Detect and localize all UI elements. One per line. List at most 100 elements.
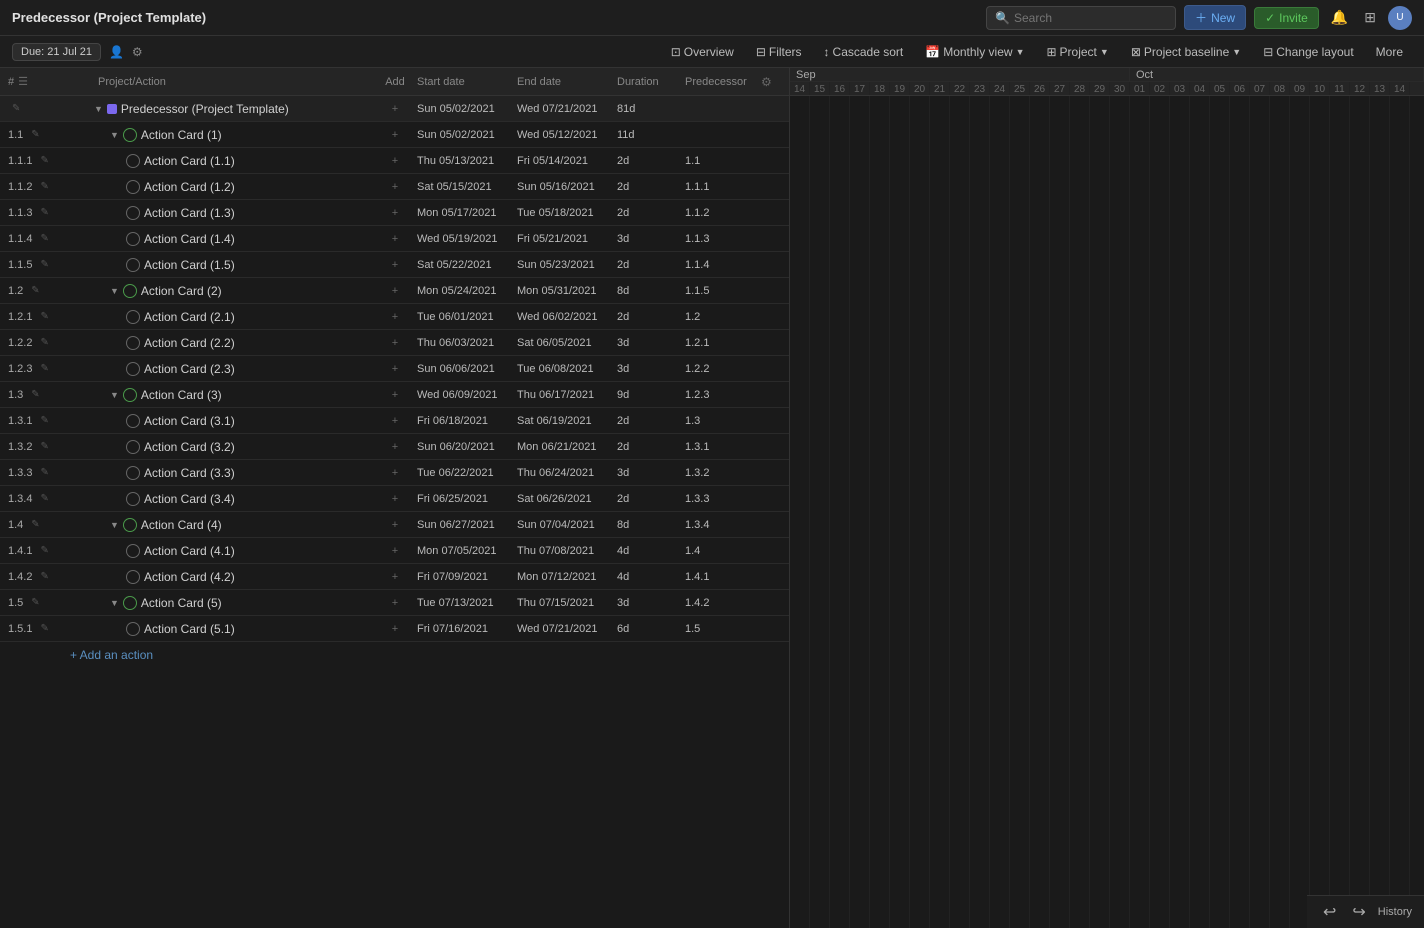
row-num: 1.2.2 ✎ bbox=[0, 337, 60, 349]
row-add[interactable]: + bbox=[377, 285, 413, 297]
search-box[interactable]: 🔍 bbox=[986, 6, 1176, 30]
change-layout-button[interactable]: ⊟ Change layout bbox=[1254, 42, 1362, 62]
row-add[interactable]: + bbox=[377, 233, 413, 245]
edit-icon[interactable]: ✎ bbox=[40, 181, 48, 192]
row-num: ✎ bbox=[0, 103, 60, 114]
expand-icon[interactable]: ▼ bbox=[110, 520, 119, 530]
history-label[interactable]: History bbox=[1378, 906, 1412, 918]
search-input[interactable] bbox=[1014, 11, 1167, 25]
check-circle-icon bbox=[123, 518, 137, 532]
edit-icon[interactable]: ✎ bbox=[40, 233, 48, 244]
row-add[interactable]: + bbox=[377, 311, 413, 323]
invite-button[interactable]: ✓ Invite bbox=[1254, 7, 1319, 29]
expand-icon[interactable]: ▼ bbox=[94, 104, 103, 114]
row-add[interactable]: + bbox=[377, 623, 413, 635]
expand-icon[interactable]: ▼ bbox=[110, 130, 119, 140]
more-button[interactable]: More bbox=[1367, 42, 1412, 62]
edit-icon[interactable]: ✎ bbox=[40, 467, 48, 478]
edit-icon[interactable]: ✎ bbox=[40, 623, 48, 634]
expand-icon[interactable]: ▼ bbox=[110, 286, 119, 296]
notification-icon[interactable]: 🔔 bbox=[1327, 7, 1352, 28]
row-name: ▼ Action Card (5) bbox=[90, 596, 377, 610]
gantt-day-cell: 13 bbox=[1370, 82, 1390, 96]
row-add[interactable]: + bbox=[377, 493, 413, 505]
row-add[interactable]: + bbox=[377, 363, 413, 375]
col-header-add: Add bbox=[377, 76, 413, 88]
edit-icon[interactable]: ✎ bbox=[31, 519, 39, 530]
edit-icon[interactable]: ✎ bbox=[40, 155, 48, 166]
edit-icon[interactable]: ✎ bbox=[40, 415, 48, 426]
filters-button[interactable]: ⊟ Filters bbox=[747, 42, 811, 62]
table-row: 1.1.3 ✎ Action Card (1.3) + Mon 05/17/20… bbox=[0, 200, 789, 226]
task-circle-icon bbox=[126, 570, 140, 584]
edit-icon[interactable]: ✎ bbox=[31, 597, 39, 608]
row-add[interactable]: + bbox=[377, 155, 413, 167]
row-add[interactable]: + bbox=[377, 181, 413, 193]
row-start: Fri 07/16/2021 bbox=[413, 623, 513, 635]
project-button[interactable]: ⊞ Project ▼ bbox=[1037, 42, 1117, 62]
row-add[interactable]: + bbox=[377, 207, 413, 219]
window-icon[interactable]: ⊞ bbox=[1360, 7, 1380, 28]
gantt-col bbox=[1110, 96, 1130, 928]
edit-icon[interactable]: ✎ bbox=[40, 337, 48, 348]
edit-icon[interactable]: ✎ bbox=[40, 207, 48, 218]
gantt-days-container: 1415161718192021222324252627282930010203… bbox=[790, 82, 1424, 96]
row-duration: 4d bbox=[613, 545, 681, 557]
redo-button[interactable]: ↪ bbox=[1348, 900, 1369, 924]
row-end: Sat 06/26/2021 bbox=[513, 493, 613, 505]
gantt-day-cell: 18 bbox=[870, 82, 890, 96]
edit-icon[interactable]: ✎ bbox=[40, 545, 48, 556]
gear-icon[interactable]: ⚙ bbox=[761, 75, 772, 89]
row-name: Action Card (3.2) bbox=[90, 440, 377, 454]
row-add[interactable]: + bbox=[377, 103, 413, 115]
gantt-day-cell: 19 bbox=[890, 82, 910, 96]
edit-icon[interactable]: ✎ bbox=[40, 571, 48, 582]
edit-icon[interactable]: ✎ bbox=[31, 129, 39, 140]
row-add[interactable]: + bbox=[377, 129, 413, 141]
add-action-button[interactable]: + Add an action bbox=[0, 642, 789, 662]
row-start: Fri 07/09/2021 bbox=[413, 571, 513, 583]
gantt-col bbox=[1350, 96, 1370, 928]
edit-icon[interactable]: ✎ bbox=[40, 441, 48, 452]
row-start: Fri 06/18/2021 bbox=[413, 415, 513, 427]
cascade-sort-button[interactable]: ↕ Cascade sort bbox=[815, 42, 913, 62]
task-circle-icon bbox=[126, 362, 140, 376]
gantt-day-cell: 10 bbox=[1310, 82, 1330, 96]
row-add[interactable]: + bbox=[377, 571, 413, 583]
edit-icon[interactable]: ✎ bbox=[40, 259, 48, 270]
row-predecessor: 1.3.2 bbox=[681, 467, 761, 479]
edit-icon[interactable]: ✎ bbox=[40, 311, 48, 322]
row-start: Sun 06/06/2021 bbox=[413, 363, 513, 375]
row-add[interactable]: + bbox=[377, 597, 413, 609]
row-add[interactable]: + bbox=[377, 415, 413, 427]
row-add[interactable]: + bbox=[377, 519, 413, 531]
row-add[interactable]: + bbox=[377, 259, 413, 271]
col-header-start: Start date bbox=[413, 76, 513, 88]
row-predecessor: 1.3.1 bbox=[681, 441, 761, 453]
expand-icon[interactable]: ▼ bbox=[110, 598, 119, 608]
gantt-col bbox=[1070, 96, 1090, 928]
project-baseline-button[interactable]: ⊠ Project baseline ▼ bbox=[1122, 42, 1250, 62]
edit-icon[interactable]: ✎ bbox=[40, 363, 48, 374]
new-button[interactable]: ＋ New bbox=[1184, 5, 1246, 30]
monthly-view-button[interactable]: 📅 Monthly view ▼ bbox=[916, 42, 1033, 62]
check-circle-icon bbox=[123, 596, 137, 610]
edit-icon[interactable]: ✎ bbox=[12, 103, 20, 114]
avatar[interactable]: U bbox=[1388, 6, 1412, 30]
gantt-col bbox=[870, 96, 890, 928]
row-add[interactable]: + bbox=[377, 441, 413, 453]
overview-button[interactable]: ⊡ Overview bbox=[662, 42, 743, 62]
expand-icon[interactable]: ▼ bbox=[110, 390, 119, 400]
purple-square-icon bbox=[107, 104, 117, 114]
edit-icon[interactable]: ✎ bbox=[40, 493, 48, 504]
row-add[interactable]: + bbox=[377, 467, 413, 479]
row-add[interactable]: + bbox=[377, 545, 413, 557]
undo-button[interactable]: ↩ bbox=[1319, 900, 1340, 924]
row-add[interactable]: + bbox=[377, 337, 413, 349]
edit-icon[interactable]: ✎ bbox=[31, 389, 39, 400]
gantt-months-row: Sep Oct bbox=[790, 68, 1424, 82]
row-predecessor: 1.1.2 bbox=[681, 207, 761, 219]
table-header: # ☰ Project/Action Add Start date End da… bbox=[0, 68, 789, 96]
row-add[interactable]: + bbox=[377, 389, 413, 401]
edit-icon[interactable]: ✎ bbox=[31, 285, 39, 296]
